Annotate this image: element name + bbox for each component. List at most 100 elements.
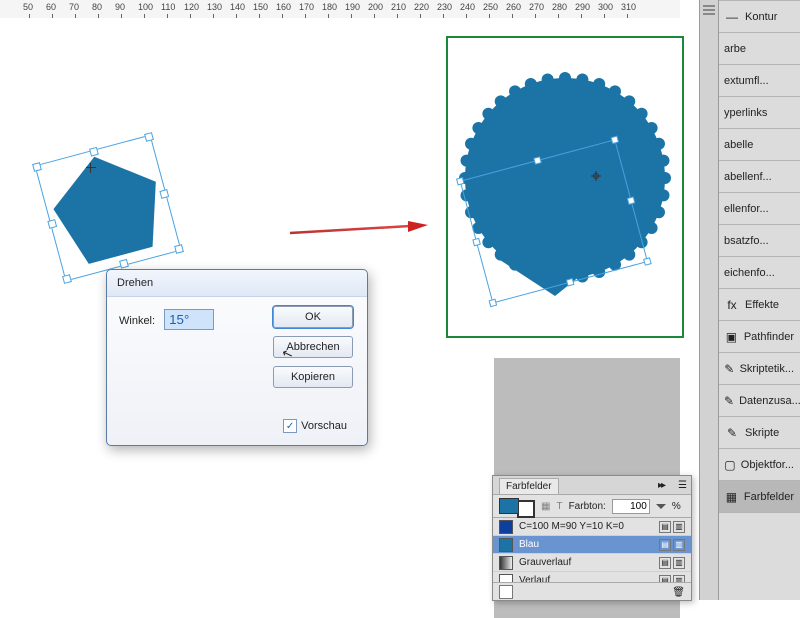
- swatch-color-icon: [499, 520, 513, 534]
- panel-icon: ▣: [724, 329, 739, 345]
- swatch-row[interactable]: Grauverlauf ▤▥: [493, 554, 691, 572]
- text-icon[interactable]: T: [556, 501, 562, 512]
- selection-bounds[interactable]: [35, 135, 182, 282]
- copy-button[interactable]: Kopieren: [273, 366, 353, 388]
- panel-label: Effekte: [745, 299, 779, 311]
- panel-tab[interactable]: ▦ Farbfelder: [718, 480, 800, 513]
- panel-label: abelle: [724, 139, 753, 151]
- swatch-meta-icon: ▤: [659, 521, 671, 533]
- panel-label: Objektfor...: [741, 459, 794, 471]
- resize-handle[interactable]: [119, 259, 129, 269]
- swatch-list[interactable]: C=100 M=90 Y=10 K=0▤▥Blau▤▥Grauverlauf▤▥…: [493, 518, 691, 582]
- swatch-color-icon: [499, 574, 513, 583]
- swatch-meta-icon: ▥: [673, 575, 685, 583]
- panel-tab[interactable]: ▣ Pathfinder: [718, 320, 800, 352]
- panel-menu-icon[interactable]: ☰: [678, 480, 687, 491]
- swatch-color-icon: [499, 556, 513, 570]
- dialog-title[interactable]: Drehen: [107, 270, 367, 297]
- rotation-center-icon[interactable]: [86, 163, 96, 173]
- container-icon[interactable]: ▦: [541, 501, 550, 512]
- panel-label: extumfl...: [724, 75, 769, 87]
- panel-label: Skriptetik...: [740, 363, 794, 375]
- stroke-swatch-icon[interactable]: [517, 500, 535, 518]
- panel-label: Farbfelder: [744, 491, 794, 503]
- panel-tab[interactable]: ellenfor...: [718, 192, 800, 224]
- collapse-icon[interactable]: ▸▸: [658, 480, 664, 491]
- resize-handle[interactable]: [62, 274, 72, 284]
- panel-label: arbe: [724, 43, 746, 55]
- swatch-color-icon: [499, 538, 513, 552]
- panel-tab[interactable]: abellenf...: [718, 160, 800, 192]
- panel-icon: ✎: [724, 425, 740, 441]
- swatch-meta-icon: ▤: [659, 557, 671, 569]
- panel-tab[interactable]: abelle: [718, 128, 800, 160]
- panel-tab[interactable]: ▢ Objektfor...: [718, 448, 800, 480]
- swatch-meta-icon: ▤: [659, 539, 671, 551]
- preview-label: Vorschau: [301, 420, 347, 432]
- panel-menu-icon[interactable]: [703, 5, 715, 15]
- angle-label: Winkel:: [119, 315, 155, 327]
- horizontal-ruler: 5060708090100110120130140150160170180190…: [0, 0, 680, 19]
- fill-swatch-icon[interactable]: [499, 498, 519, 514]
- swatch-meta-icon: ▤: [659, 575, 671, 583]
- farbton-label: Farbton:: [569, 501, 606, 512]
- arrow-icon: [290, 218, 430, 248]
- panel-icon: fx: [724, 297, 740, 313]
- dock-collapse-bar[interactable]: [700, 0, 719, 600]
- resize-handle[interactable]: [144, 132, 154, 142]
- panel-label: yperlinks: [724, 107, 767, 119]
- ok-button[interactable]: OK: [273, 306, 353, 328]
- panel-tab[interactable]: eichenfo...: [718, 256, 800, 288]
- panel-label: bsatzfo...: [724, 235, 769, 247]
- panel-icon: ▢: [724, 457, 736, 473]
- swatch-name: Grauverlauf: [519, 557, 571, 568]
- panel-label: eichenfo...: [724, 267, 775, 279]
- swatch-meta-icon: ▥: [673, 539, 685, 551]
- resize-handle[interactable]: [174, 244, 184, 254]
- panel-label: abellenf...: [724, 171, 772, 183]
- rotate-dialog: Drehen Winkel: OK Abbrechen Kopieren ✓ V…: [106, 269, 368, 446]
- panel-icon: ✎: [724, 361, 735, 377]
- panel-label: Kontur: [745, 11, 777, 23]
- panel-dock: — Kontur arbe extumfl... yperlinks abelle abel…: [699, 0, 800, 600]
- preview-checkbox[interactable]: ✓ Vorschau: [283, 419, 347, 433]
- panel-tab[interactable]: ✎ Datenzusa...: [718, 384, 800, 416]
- swatches-footer: 🗑: [493, 582, 691, 601]
- new-swatch-icon[interactable]: [499, 585, 513, 599]
- dropdown-icon[interactable]: [656, 504, 666, 509]
- panel-tab[interactable]: extumfl...: [718, 64, 800, 96]
- panel-tab[interactable]: bsatzfo...: [718, 224, 800, 256]
- swatch-row[interactable]: Verlauf ▤▥: [493, 572, 691, 582]
- farbton-unit: %: [672, 501, 681, 512]
- panel-tab[interactable]: arbe: [718, 32, 800, 64]
- panel-icon: ▦: [724, 489, 739, 505]
- panel-icon: ✎: [724, 393, 734, 409]
- panel-label: Pathfinder: [744, 331, 794, 343]
- panel-tab[interactable]: fx Effekte: [718, 288, 800, 320]
- farbton-input[interactable]: [612, 499, 650, 514]
- swatch-row[interactable]: Blau ▤▥: [493, 536, 691, 554]
- swatch-meta-icon: ▥: [673, 557, 685, 569]
- panel-tab[interactable]: ✎ Skripte: [718, 416, 800, 448]
- result-preview: [446, 36, 684, 338]
- swatch-meta-icon: ▥: [673, 521, 685, 533]
- swatch-row[interactable]: C=100 M=90 Y=10 K=0 ▤▥: [493, 518, 691, 536]
- panel-label: Skripte: [745, 427, 779, 439]
- panel-tab[interactable]: — Kontur: [718, 0, 800, 32]
- panel-label: Datenzusa...: [739, 395, 800, 407]
- swatch-name: Verlauf: [519, 575, 550, 582]
- panel-icon: —: [724, 9, 740, 25]
- swatch-name: Blau: [519, 539, 539, 550]
- swatches-tab[interactable]: Farbfelder: [499, 478, 559, 494]
- resize-handle[interactable]: [159, 189, 169, 199]
- checkbox-icon: ✓: [283, 419, 297, 433]
- swatch-name: C=100 M=90 Y=10 K=0: [519, 521, 624, 532]
- swatches-toolbar: ▦ T Farbton: %: [493, 495, 691, 518]
- swatches-panel: Farbfelder ▸▸ ☰ ▦ T Farbton: % C=100 M=9…: [492, 475, 692, 601]
- pentagon-shape[interactable]: [36, 136, 181, 281]
- panel-tab[interactable]: yperlinks: [718, 96, 800, 128]
- angle-input[interactable]: [164, 309, 214, 330]
- panel-tab[interactable]: ✎ Skriptetik...: [718, 352, 800, 384]
- trash-icon[interactable]: 🗑: [672, 587, 685, 598]
- panel-label: ellenfor...: [724, 203, 769, 215]
